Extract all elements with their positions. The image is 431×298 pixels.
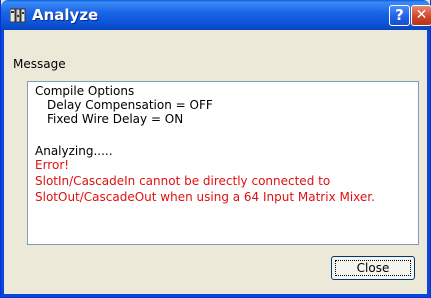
- message-line: Fixed Wire Delay = ON: [47, 112, 184, 126]
- help-button[interactable]: ?: [389, 5, 410, 26]
- close-window-button[interactable]: ✕: [411, 5, 431, 26]
- focus-rectangle: [335, 260, 411, 276]
- error-line: SlotIn/CascadeIn cannot be directly conn…: [35, 174, 331, 188]
- analyze-dialog: Analyze ? ✕ Message Compile Options Dela…: [0, 0, 431, 298]
- help-icon: ?: [395, 6, 404, 24]
- message-line: Compile Options: [35, 84, 135, 98]
- window-frame-left: [1, 30, 4, 296]
- error-line: Error!: [35, 158, 70, 172]
- analyze-app-icon: [10, 8, 26, 23]
- message-line: Delay Compensation = OFF: [47, 98, 213, 112]
- window-frame-bottom: [1, 294, 430, 297]
- title-bar[interactable]: Analyze ? ✕: [1, 0, 431, 30]
- close-icon: ✕: [415, 7, 428, 23]
- message-line: Analyzing.....: [35, 144, 113, 158]
- close-button[interactable]: Close: [331, 256, 415, 280]
- window-frame-right: [427, 30, 430, 296]
- message-box[interactable]: Compile Options Delay Compensation = OFF…: [27, 81, 419, 245]
- window-title: Analyze: [32, 6, 99, 24]
- error-line: SlotOut/CascadeOut when using a 64 Input…: [35, 190, 375, 204]
- message-label: Message: [13, 57, 66, 71]
